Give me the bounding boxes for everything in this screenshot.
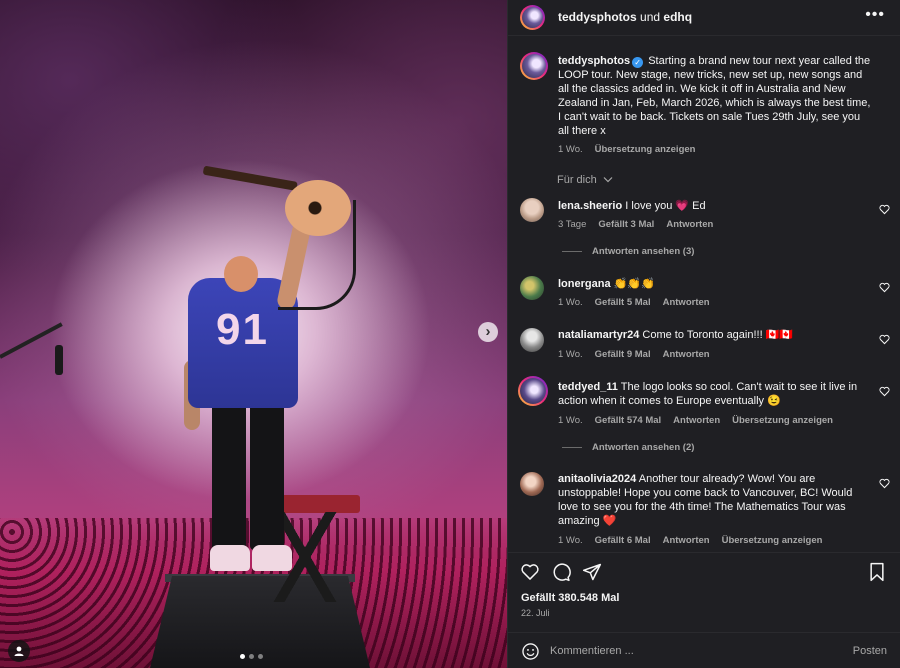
performer-leg-left [212,400,246,550]
carousel-dot-3 [258,654,263,659]
performer-head [224,256,258,292]
user-tag-icon [14,646,24,656]
comment-avatar[interactable] [518,376,548,406]
coauthor-username[interactable]: edhq [663,10,692,24]
author-avatar[interactable] [520,5,545,30]
more-options-button[interactable]: ••• [865,6,885,24]
view-replies-label: Antworten ansehen (2) [592,442,695,453]
comment-body: lonergana 👏👏👏 [558,277,868,291]
comment-heart-icon[interactable] [879,204,890,215]
comment-avatar[interactable] [520,328,544,352]
jersey-number: 91 [216,305,269,354]
comment-heart-icon[interactable] [879,386,890,397]
tagged-users-button[interactable] [8,640,30,662]
comment-avatar[interactable] [520,472,544,496]
comment-translate-link[interactable]: Übersetzung anzeigen [722,535,823,546]
comment-sort-dropdown[interactable]: Für dich [557,174,613,186]
view-replies-label: Antworten ansehen (3) [592,246,695,257]
comment-likes[interactable]: Gefällt 3 Mal [598,219,654,230]
carousel-dot-2 [249,654,254,659]
comment-body: anitaolivia2024 Another tour already? Wo… [558,472,868,528]
author-connector: und [640,10,661,24]
chevron-down-icon [603,177,613,183]
comment-username[interactable]: lena.sheerio [558,200,622,212]
view-replies-button[interactable]: Antworten ansehen (3) [562,246,694,257]
comment-body: nataliamartyr24 Come to Toronto again!!!… [558,328,868,342]
comment-likes[interactable]: Gefällt 9 Mal [595,349,651,360]
comment-reply-button[interactable]: Antworten [663,349,710,360]
comment-likes[interactable]: Gefällt 574 Mal [595,415,662,426]
caption-text: Starting a brand new tour next year call… [558,55,871,137]
comment-username[interactable]: anitaolivia2024 [558,473,636,485]
author-username[interactable]: teddysphotos [558,10,637,24]
emoji-icon[interactable] [521,642,540,661]
microphone [55,345,63,375]
share-icon[interactable] [582,562,602,582]
comment-time: 1 Wo. [558,349,583,360]
post-date: 22. Juli [521,608,550,618]
comment-text: Come to Toronto again!!! 🇨🇦🇨🇦 [642,329,794,341]
post-authors: teddysphotos und edhq [558,10,692,24]
comment-reply-button[interactable]: Antworten [663,297,710,308]
carousel-dots [240,654,263,659]
heart-icon[interactable] [520,562,540,582]
comment-heart-icon[interactable] [879,478,890,489]
post-actions [508,552,900,588]
instagram-post-modal: 91 › teddysphotos und edhq ••• teddyspho… [0,0,900,668]
comment-reply-button[interactable]: Antworten [666,219,713,230]
comment-time: 3 Tage [558,219,587,230]
comment-username[interactable]: teddyed_11 [558,381,618,393]
verified-badge-icon: ✓ [632,57,644,68]
comment-text: 👏👏👏 [613,278,655,290]
comment-time: 1 Wo. [558,535,583,546]
performer-shoe-right [252,545,292,571]
comment-body: lena.sheerio I love you 💗 Ed [558,199,868,213]
next-slide-button[interactable]: › [478,322,498,342]
post-likes-count[interactable]: Gefällt 380.548 Mal [521,592,619,604]
comment-meta: 3 Tage Gefällt 3 Mal Antworten [558,219,713,230]
performer-leg-right [250,400,284,550]
carousel-dot-1 [240,654,245,659]
comment-meta: 1 Wo. Gefällt 5 Mal Antworten [558,297,710,308]
comment-translate-link[interactable]: Übersetzung anzeigen [732,415,833,426]
comment-reply-button[interactable]: Antworten [663,535,710,546]
comment-meta: 1 Wo. Gefällt 6 Mal Antworten Übersetzun… [558,535,822,546]
guitar-neck [202,165,298,191]
comment-icon[interactable] [551,562,571,582]
caption-translate-link[interactable]: Übersetzung anzeigen [595,144,696,155]
performer-shoe-left [210,545,250,571]
caption-meta: 1 Wo. Übersetzung anzeigen [558,144,695,155]
caption-avatar[interactable] [520,52,548,80]
comment-body: teddyed_11 The logo looks so cool. Can't… [558,380,868,408]
caption-time: 1 Wo. [558,144,583,155]
add-comment-bar: Posten [508,632,900,668]
comment-heart-icon[interactable] [879,282,890,293]
performer-figure: 91 [180,165,360,590]
comment-reply-button[interactable]: Antworten [673,415,720,426]
comment-meta: 1 Wo. Gefällt 574 Mal Antworten Übersetz… [558,415,833,426]
post-header: teddysphotos und edhq ••• [508,0,900,36]
comment-input[interactable] [550,643,840,659]
comment-likes[interactable]: Gefällt 5 Mal [595,297,651,308]
comment-likes[interactable]: Gefällt 6 Mal [595,535,651,546]
guitar-strap [278,200,356,310]
mic-stand [0,322,63,359]
comment-username[interactable]: nataliamartyr24 [558,329,639,341]
comment-username[interactable]: lonergana [558,278,611,290]
comment-avatar[interactable] [520,276,544,300]
view-replies-button[interactable]: Antworten ansehen (2) [562,442,694,453]
post-caption: teddysphotos ✓ Starting a brand new tour … [558,54,873,138]
caption-username[interactable]: teddysphotos [558,55,630,67]
post-comment-button[interactable]: Posten [853,645,887,657]
post-photo[interactable]: 91 › [0,0,507,668]
comment-text: I love you 💗 Ed [625,200,706,212]
comment-sort-label: Für dich [557,174,597,186]
comment-time: 1 Wo. [558,297,583,308]
comment-meta: 1 Wo. Gefällt 9 Mal Antworten [558,349,710,360]
comment-heart-icon[interactable] [879,334,890,345]
comment-avatar[interactable] [520,198,544,222]
comment-time: 1 Wo. [558,415,583,426]
post-sidebar: teddysphotos und edhq ••• teddysphotos ✓ … [507,0,900,668]
bookmark-icon[interactable] [868,562,886,582]
